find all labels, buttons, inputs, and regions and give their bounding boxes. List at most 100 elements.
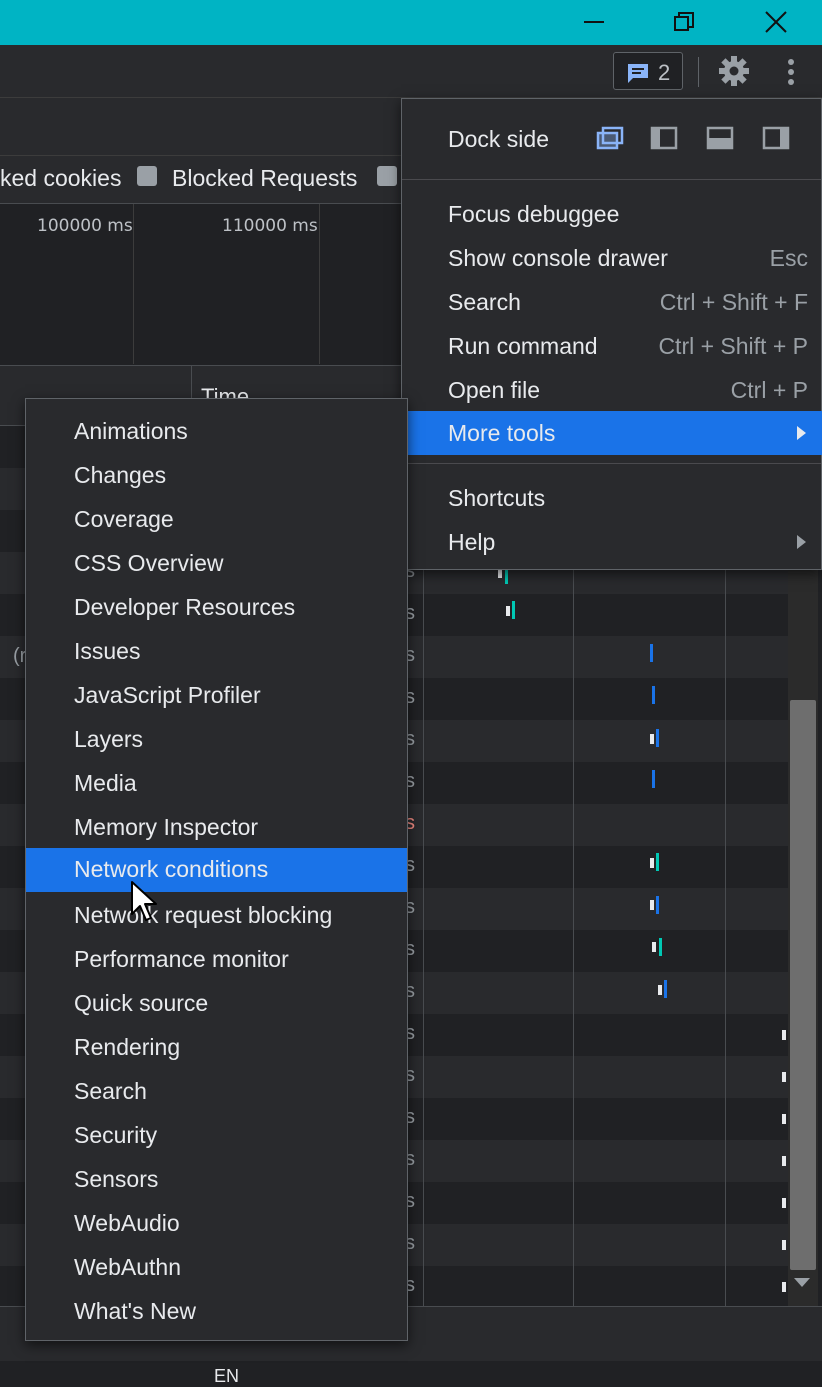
devtools-toolbar: 2: [0, 45, 822, 98]
os-taskbar: EN: [0, 1361, 822, 1386]
submenu-item-changes[interactable]: Changes: [26, 454, 407, 498]
toolbar-divider: [698, 57, 699, 87]
submenu-item-coverage[interactable]: Coverage: [26, 498, 407, 542]
scrollbar-thumb[interactable]: [790, 700, 816, 1270]
submenu-item-label: Developer Resources: [74, 594, 296, 620]
waterfall-bar: [782, 1030, 786, 1040]
menu-item-label: Run command: [448, 333, 598, 359]
submenu-item-memory-inspector[interactable]: Memory Inspector: [26, 806, 407, 850]
waterfall-bar: [650, 900, 654, 910]
submenu-item-sensors[interactable]: Sensors: [26, 1158, 407, 1202]
issues-icon: [628, 64, 648, 83]
undock-icon[interactable]: [596, 126, 624, 150]
menu-item-open-file[interactable]: Open file Ctrl + P: [402, 368, 822, 412]
menu-item-label: Show console drawer: [448, 245, 668, 271]
blocked-requests-label: Blocked Requests: [172, 165, 358, 191]
dock-left-icon[interactable]: [650, 126, 678, 150]
submenu-item-label: Issues: [74, 638, 141, 664]
menu-item-shortcut: Esc: [769, 245, 808, 271]
waterfall-bar: [650, 644, 653, 662]
submenu-item-css-overview[interactable]: CSS Overview: [26, 542, 407, 586]
dock-right-icon[interactable]: [762, 126, 790, 150]
waterfall-bar: [656, 729, 659, 747]
more-tools-submenu: Animations Changes Coverage CSS Overview…: [25, 398, 408, 1341]
menu-item-label: Open file: [448, 377, 541, 403]
submenu-item-quick-source[interactable]: Quick source: [26, 982, 407, 1026]
dock-side-row: Dock side: [402, 99, 821, 180]
customize-devtools-menu: Dock side Focus debuggee Show console dr…: [401, 98, 822, 570]
menu-item-search[interactable]: Search Ctrl + Shift + F: [402, 280, 822, 324]
menu-item-label: Help: [448, 529, 496, 555]
submenu-item-label: Animations: [74, 418, 188, 444]
menu-item-shortcuts[interactable]: Shortcuts: [402, 476, 822, 520]
minimize-icon: [584, 21, 604, 23]
blocked-cookies-label: ked cookies: [0, 165, 122, 191]
third-party-checkbox[interactable]: [377, 166, 397, 186]
submenu-item-media[interactable]: Media: [26, 762, 407, 806]
menu-item-shortcut: Ctrl + P: [730, 377, 808, 403]
submenu-item-network-request-blocking[interactable]: Network request blocking: [26, 894, 407, 938]
waterfall-bar: [782, 1198, 786, 1208]
submenu-item-label: Quick source: [74, 990, 209, 1016]
submenu-item-layers[interactable]: Layers: [26, 718, 407, 762]
submenu-item-label: Coverage: [74, 506, 174, 532]
submenu-item-whats-new[interactable]: What's New: [26, 1290, 407, 1334]
submenu-item-performance-monitor[interactable]: Performance monitor: [26, 938, 407, 982]
submenu-item-developer-resources[interactable]: Developer Resources: [26, 586, 407, 630]
restore-button[interactable]: [653, 0, 713, 45]
restore-icon: [674, 12, 694, 31]
dock-side-label: Dock side: [448, 126, 549, 152]
waterfall-bar: [782, 1282, 786, 1292]
submenu-item-label: JavaScript Profiler: [74, 682, 261, 708]
submenu-item-network-conditions[interactable]: Network conditions: [26, 848, 407, 892]
menu-item-show-console-drawer[interactable]: Show console drawer Esc: [402, 236, 822, 280]
submenu-item-issues[interactable]: Issues: [26, 630, 407, 674]
submenu-item-webauthn[interactable]: WebAuthn: [26, 1246, 407, 1290]
submenu-arrow-icon: [797, 535, 806, 549]
issues-count: 2: [658, 60, 671, 85]
submenu-item-label: Memory Inspector: [74, 814, 259, 840]
minimize-button[interactable]: [563, 0, 623, 45]
submenu-item-label: WebAuthn: [74, 1254, 181, 1280]
issues-counter-button[interactable]: 2: [613, 52, 683, 90]
submenu-item-webaudio[interactable]: WebAudio: [26, 1202, 407, 1246]
menu-item-more-tools[interactable]: More tools: [402, 411, 822, 455]
submenu-item-rendering[interactable]: Rendering: [26, 1026, 407, 1070]
waterfall-bar: [652, 770, 655, 788]
overview-tick: 110000 ms: [222, 216, 318, 236]
blocked-requests-checkbox[interactable]: [137, 166, 157, 186]
waterfall-bar: [664, 980, 667, 998]
menu-item-focus-debuggee[interactable]: Focus debuggee: [402, 192, 822, 236]
mouse-cursor-icon: [131, 881, 157, 921]
waterfall-bar: [782, 1240, 786, 1250]
menu-item-label: Search: [448, 289, 521, 315]
submenu-item-label: Search: [74, 1078, 147, 1104]
waterfall-bar: [650, 734, 654, 744]
dock-bottom-icon[interactable]: [706, 126, 734, 150]
submenu-item-label: Network request blocking: [74, 902, 333, 928]
scroll-down-icon[interactable]: [794, 1278, 810, 1287]
menu-item-help[interactable]: Help: [402, 520, 822, 564]
submenu-item-search[interactable]: Search: [26, 1070, 407, 1114]
language-indicator[interactable]: EN: [214, 1366, 239, 1387]
kebab-menu-icon[interactable]: [786, 58, 796, 86]
overview-gridline: [133, 204, 134, 364]
waterfall-bar: [782, 1114, 786, 1124]
submenu-arrow-icon: [797, 426, 806, 440]
submenu-item-label: Media: [74, 770, 137, 796]
submenu-item-label: Security: [74, 1122, 158, 1148]
submenu-item-label: Sensors: [74, 1166, 159, 1192]
overview-gridline: [319, 204, 320, 364]
menu-item-run-command[interactable]: Run command Ctrl + Shift + P: [402, 324, 822, 368]
window-title-bar: [0, 0, 822, 45]
close-button[interactable]: [745, 0, 805, 45]
submenu-item-security[interactable]: Security: [26, 1114, 407, 1158]
submenu-item-javascript-profiler[interactable]: JavaScript Profiler: [26, 674, 407, 718]
submenu-item-label: What's New: [74, 1298, 196, 1324]
waterfall-bar: [650, 858, 654, 868]
gear-icon[interactable]: [718, 55, 750, 87]
submenu-item-animations[interactable]: Animations: [26, 410, 407, 454]
submenu-item-label: Rendering: [74, 1034, 181, 1060]
submenu-item-label: Layers: [74, 726, 144, 752]
submenu-item-label: Network conditions: [74, 856, 269, 882]
